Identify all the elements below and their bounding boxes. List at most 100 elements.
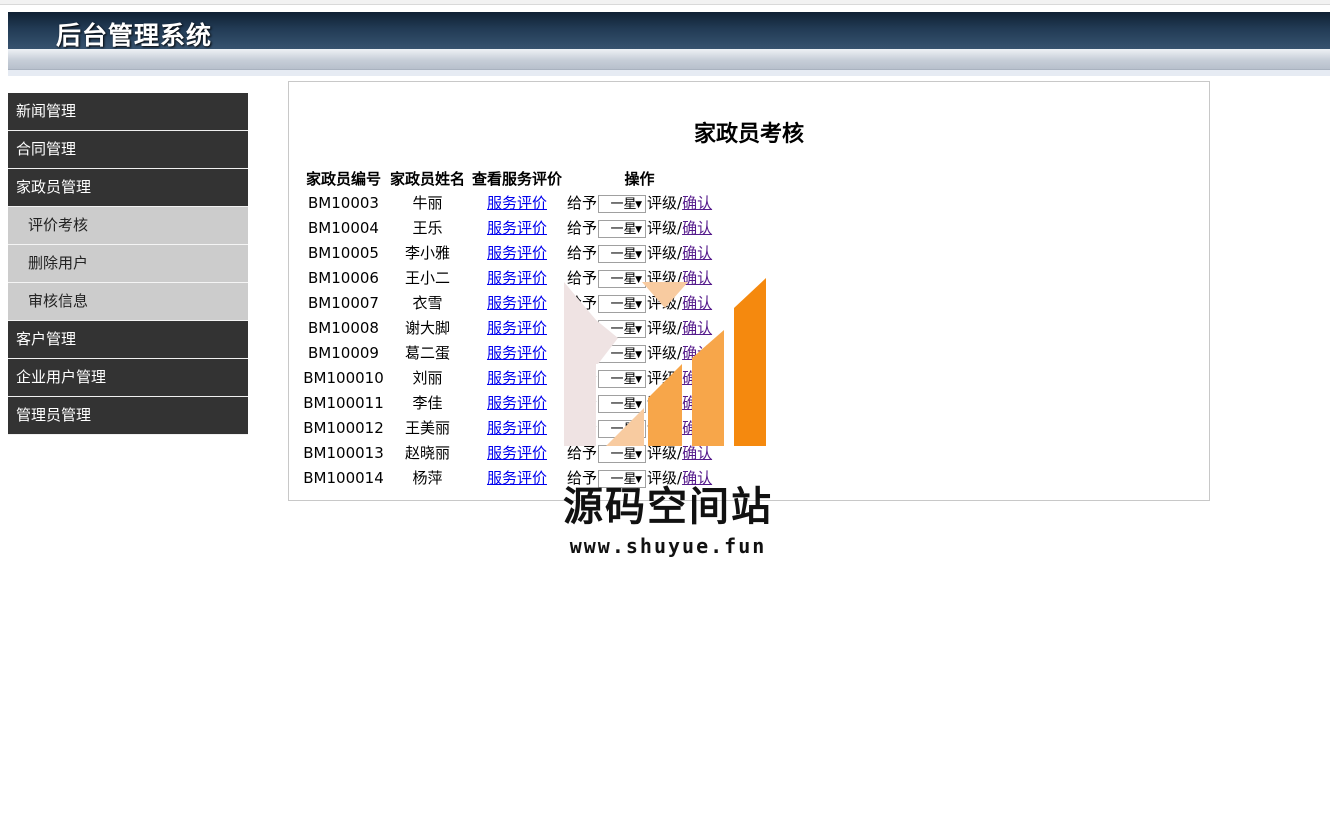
rating-select[interactable]: 一星 ▼	[598, 419, 647, 438]
housekeeper-id: BM100010	[303, 368, 384, 387]
rating-value: 一星	[610, 321, 637, 337]
rating-select[interactable]: 一星 ▼	[598, 244, 647, 263]
rating-value: 一星	[610, 396, 637, 412]
service-review-link[interactable]: 服务评价	[487, 269, 547, 287]
sidebar-subitem-evaluation[interactable]: 评价考核	[8, 207, 248, 245]
housekeeper-id: BM10003	[308, 193, 379, 212]
rating-label: 评级/	[647, 269, 683, 287]
rating-value: 一星	[610, 421, 637, 437]
housekeeper-id: BM100012	[303, 418, 384, 437]
give-label: 给予	[567, 219, 598, 237]
content-panel: 家政员考核 家政员编号 家政员姓名 查看服务评价 操作 BM10003 牛丽 服务评…	[288, 81, 1210, 501]
service-review-link[interactable]: 服务评价	[487, 294, 547, 312]
confirm-link[interactable]: 确认	[682, 194, 712, 212]
give-label: 给予	[567, 319, 598, 337]
service-review-link[interactable]: 服务评价	[487, 444, 547, 462]
give-label: 给予	[567, 194, 598, 212]
housekeeper-id: BM10004	[308, 218, 379, 237]
give-label: 给予	[567, 344, 598, 362]
service-review-cell: 服务评价	[469, 265, 565, 290]
rating-value: 一星	[610, 196, 637, 212]
housekeeper-id: BM100011	[303, 393, 384, 412]
confirm-link[interactable]: 确认	[682, 269, 712, 287]
rating-label: 评级/	[647, 369, 683, 387]
service-review-cell: 服务评价	[469, 415, 565, 440]
sidebar-item-enterprise-users[interactable]: 企业用户管理	[8, 359, 248, 397]
confirm-link[interactable]: 确认	[682, 419, 712, 437]
rating-value: 一星	[610, 246, 637, 262]
housekeeper-id: BM100013	[303, 443, 384, 462]
table-row: BM10006 王小二 服务评价 给予 一星 ▼ 评级/确认	[301, 265, 714, 290]
rating-value: 一星	[610, 346, 637, 362]
rating-select[interactable]: 一星 ▼	[598, 369, 647, 388]
confirm-link[interactable]: 确认	[682, 344, 712, 362]
chevron-down-icon: ▼	[635, 299, 643, 310]
operation-cell: 给予 一星 ▼ 评级/确认	[565, 290, 714, 315]
confirm-link[interactable]: 确认	[682, 219, 712, 237]
give-label: 给予	[567, 469, 598, 487]
rating-select[interactable]: 一星 ▼	[598, 319, 647, 338]
rating-select[interactable]: 一星 ▼	[598, 344, 647, 363]
service-review-link[interactable]: 服务评价	[487, 194, 547, 212]
rating-select[interactable]: 一星 ▼	[598, 294, 647, 313]
confirm-link[interactable]: 确认	[682, 444, 712, 462]
table-row: BM10005 李小雅 服务评价 给予 一星 ▼ 评级/确认	[301, 240, 714, 265]
sidebar-item-news[interactable]: 新闻管理	[8, 93, 248, 131]
rating-select[interactable]: 一星 ▼	[598, 469, 647, 488]
rating-label: 评级/	[647, 444, 683, 462]
confirm-link[interactable]: 确认	[682, 319, 712, 337]
sidebar-item-admins[interactable]: 管理员管理	[8, 397, 248, 435]
service-review-link[interactable]: 服务评价	[487, 319, 547, 337]
confirm-link[interactable]: 确认	[682, 394, 712, 412]
rating-value: 一星	[610, 371, 637, 387]
table-row: BM10007 衣雪 服务评价 给予 一星 ▼ 评级/确认	[301, 290, 714, 315]
chevron-down-icon: ▼	[635, 424, 643, 435]
service-review-link[interactable]: 服务评价	[487, 244, 547, 262]
operation-cell: 给予 一星 ▼ 评级/确认	[565, 415, 714, 440]
sidebar-item-label: 评价考核	[28, 216, 89, 234]
service-review-link[interactable]: 服务评价	[487, 394, 547, 412]
rating-label: 评级/	[647, 194, 683, 212]
housekeeper-id: BM100014	[303, 468, 384, 487]
confirm-link[interactable]: 确认	[682, 244, 712, 262]
header-banner: 后台管理系统	[8, 12, 1330, 50]
housekeeper-id: BM10009	[308, 343, 379, 362]
sidebar-item-housekeepers[interactable]: 家政员管理	[8, 169, 248, 207]
rating-select[interactable]: 一星 ▼	[598, 219, 647, 238]
table-row: BM10009 葛二蛋 服务评价 给予 一星 ▼ 评级/确认	[301, 340, 714, 365]
header-subbar	[8, 49, 1330, 70]
operation-cell: 给予 一星 ▼ 评级/确认	[565, 265, 714, 290]
confirm-link[interactable]: 确认	[682, 469, 712, 487]
rating-select[interactable]: 一星 ▼	[598, 269, 647, 288]
sidebar-subitem-review-info[interactable]: 审核信息	[8, 283, 248, 321]
table-row: BM10004 王乐 服务评价 给予 一星 ▼ 评级/确认	[301, 215, 714, 240]
sidebar-item-label: 新闻管理	[16, 102, 77, 120]
service-review-link[interactable]: 服务评价	[487, 219, 547, 237]
table-row: BM100013 赵晓丽 服务评价 给予 一星 ▼ 评级/确认	[301, 440, 714, 465]
rating-select[interactable]: 一星 ▼	[598, 194, 647, 213]
service-review-cell: 服务评价	[469, 390, 565, 415]
service-review-link[interactable]: 服务评价	[487, 344, 547, 362]
service-review-cell: 服务评价	[469, 340, 565, 365]
sidebar-subitem-delete-user[interactable]: 删除用户	[8, 245, 248, 283]
sidebar-item-customers[interactable]: 客户管理	[8, 321, 248, 359]
housekeeper-id: BM10007	[308, 293, 379, 312]
confirm-link[interactable]: 确认	[682, 369, 712, 387]
rating-value: 一星	[610, 296, 637, 312]
housekeeper-name: 刘丽	[412, 369, 443, 387]
service-review-link[interactable]: 服务评价	[487, 369, 547, 387]
sidebar-item-label: 企业用户管理	[16, 368, 107, 386]
rating-select[interactable]: 一星 ▼	[598, 444, 647, 463]
housekeeper-name: 衣雪	[412, 294, 443, 312]
housekeeper-id: BM10008	[308, 318, 379, 337]
table-header-row: 家政员编号 家政员姓名 查看服务评价 操作	[301, 166, 714, 190]
sidebar-item-contracts[interactable]: 合同管理	[8, 131, 248, 169]
rating-value: 一星	[610, 446, 637, 462]
table-row: BM10003 牛丽 服务评价 给予 一星 ▼ 评级/确认	[301, 190, 714, 215]
housekeeper-name: 葛二蛋	[404, 344, 450, 362]
confirm-link[interactable]: 确认	[682, 294, 712, 312]
service-review-link[interactable]: 服务评价	[487, 469, 547, 487]
service-review-link[interactable]: 服务评价	[487, 419, 547, 437]
rating-select[interactable]: 一星 ▼	[598, 394, 647, 413]
housekeeper-id: BM10006	[308, 268, 379, 287]
